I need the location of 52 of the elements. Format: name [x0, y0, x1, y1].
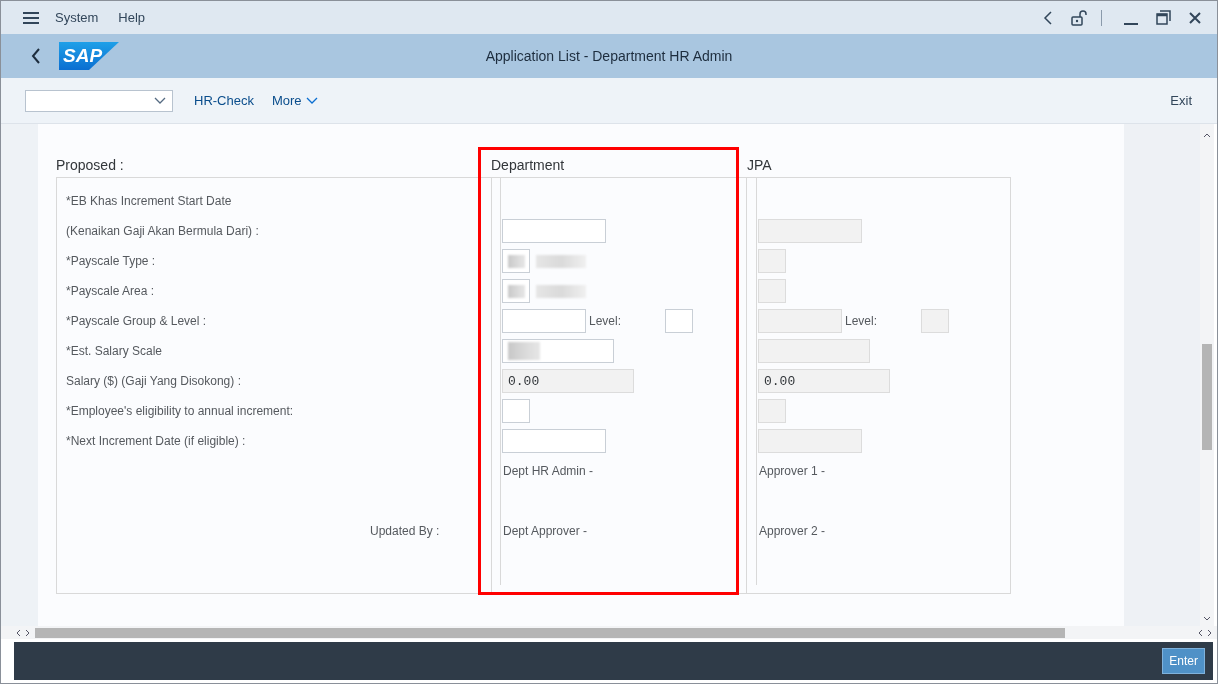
horizontal-scrollbar[interactable] [35, 627, 1065, 638]
field-label: *Est. Salary Scale [66, 344, 163, 358]
field-label: Updated By : [370, 524, 440, 538]
field-label: Level: [845, 314, 879, 328]
exit-button[interactable]: Exit [1161, 89, 1201, 112]
code-field[interactable] [502, 249, 530, 273]
menu-item[interactable]: System [55, 10, 99, 25]
scroll-down-icon[interactable] [1203, 616, 1211, 622]
group-field[interactable] [502, 309, 586, 333]
scroll-arrows-icon[interactable] [1197, 628, 1213, 637]
level-field[interactable] [921, 309, 949, 333]
caret-icon [154, 96, 166, 105]
salary-scale-field[interactable] [502, 339, 614, 363]
sap-logo: SAP [59, 42, 119, 70]
approver-label: Approver 1 - [759, 464, 826, 478]
code-field[interactable] [502, 279, 530, 303]
back-icon[interactable] [31, 48, 41, 64]
caret-icon [305, 96, 318, 105]
scrollbar-thumb[interactable] [1202, 344, 1212, 450]
menu-item[interactable]: Help [118, 10, 146, 25]
scroll-arrows-icon[interactable] [15, 628, 31, 637]
blurred-value [536, 254, 586, 268]
date-field[interactable] [502, 219, 606, 243]
more-menu-button[interactable]: More [262, 89, 327, 112]
scroll-up-icon[interactable] [1203, 132, 1211, 138]
date-field[interactable] [502, 429, 606, 453]
level-field[interactable] [665, 309, 693, 333]
approver-label: Approver 2 - [759, 524, 826, 538]
field-label: *Payscale Group & Level : [66, 314, 207, 328]
field-label: Level: [589, 314, 623, 328]
column-heading: JPA [747, 157, 772, 173]
menu-icon[interactable] [23, 11, 39, 24]
field-label: (Kenaikan Gaji Akan Bermula Dari) : [66, 224, 259, 238]
toolbar-button[interactable]: HR-Check [185, 89, 263, 112]
field-label: *Employee's eligibility to annual increment: [66, 404, 294, 418]
window-title: Application List - Department HR Admin [484, 48, 734, 64]
field-label: *Payscale Area : [66, 284, 155, 298]
section-heading: Proposed : [56, 157, 124, 173]
column-heading: Department [491, 157, 565, 173]
vertical-scrollbar[interactable] [1200, 124, 1214, 626]
field-label: *Next Increment Date (if eligible) : [66, 434, 246, 448]
eligibility-field[interactable] [502, 399, 530, 423]
restore-icon[interactable] [1156, 10, 1171, 25]
approver-label: Dept Approver - [503, 524, 588, 538]
unlocked-padlock-icon[interactable] [1071, 9, 1087, 26]
close-icon[interactable] [1189, 11, 1201, 24]
field-label: *Payscale Type : [66, 254, 156, 268]
approver-label: Dept HR Admin - [503, 464, 594, 478]
field-label: *EB Khas Increment Start Date [66, 194, 232, 208]
dropdown-field[interactable] [25, 89, 173, 112]
blurred-value [536, 284, 586, 298]
field-label: Salary ($) (Gaji Yang Disokong) : [66, 374, 241, 388]
